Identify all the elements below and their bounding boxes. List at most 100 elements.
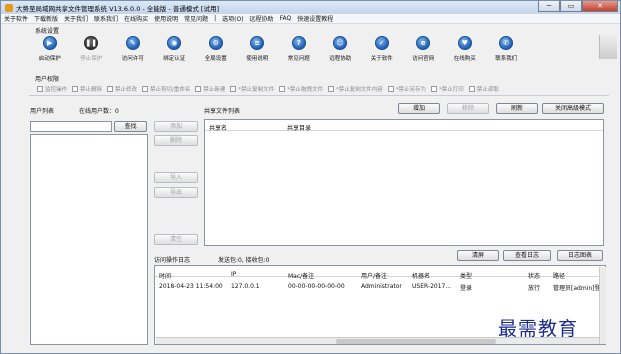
- clear-button[interactable]: 清空: [154, 234, 198, 245]
- add-user-button[interactable]: 添加: [154, 121, 198, 132]
- menu-quick-tutorial[interactable]: 快速设置教程: [294, 14, 336, 23]
- column-type[interactable]: 类型: [460, 271, 472, 280]
- question-icon: ?: [291, 36, 306, 50]
- perm-no-save-as-checkbox[interactable]: *禁止另存为: [387, 85, 426, 93]
- bind-icon: ◉: [167, 36, 182, 50]
- remote-assist-button[interactable]: ☺ 远程协助: [320, 36, 362, 66]
- app-logo-icon: [5, 3, 13, 12]
- share-list-panel[interactable]: 共享名 共享目录: [204, 119, 604, 246]
- toolbar-label: 远程协助: [329, 56, 352, 62]
- view-log-button[interactable]: 查看日志: [503, 250, 551, 261]
- cell-machine: USER-2017...: [412, 283, 452, 290]
- manual-icon: ≡: [250, 36, 265, 50]
- cell-time: 2018-04-23 11:54:00: [159, 283, 223, 290]
- perm-no-drag-checkbox[interactable]: *禁止拖拽文件: [279, 85, 323, 93]
- menu-contact[interactable]: 联系我们: [91, 14, 121, 23]
- menu-remote[interactable]: 远程协助: [247, 14, 277, 23]
- column-path[interactable]: 路径: [553, 271, 565, 280]
- menu-buy[interactable]: 在线购买: [121, 14, 151, 23]
- menu-about-us[interactable]: 关于我们: [61, 14, 91, 23]
- cell-user: Administrator: [361, 283, 402, 290]
- faq-button[interactable]: ? 常见问题: [278, 36, 320, 66]
- play-icon: ▶: [42, 36, 57, 50]
- contact-us-button[interactable]: ✆ 联系我们: [486, 36, 528, 66]
- permission-row: 监控操作 禁止删除 禁止修改 禁止剪切/重命名 禁止新建 *禁止复制文件 *禁止…: [37, 85, 504, 93]
- maximize-button[interactable]: ▭: [560, 1, 582, 12]
- buy-icon: ♥: [457, 36, 472, 50]
- watermark-text: 最需教育: [498, 318, 579, 340]
- minimize-button[interactable]: ─: [538, 1, 560, 12]
- share-list-label: 共享文件列表: [204, 108, 241, 115]
- user-list-panel[interactable]: [30, 134, 148, 345]
- global-settings-button[interactable]: ⚙ 全局设置: [195, 36, 237, 66]
- menu-about-software[interactable]: 关于软件: [1, 14, 31, 23]
- search-button[interactable]: 查找: [114, 121, 147, 132]
- perm-monitor-checkbox[interactable]: 监控操作: [37, 85, 67, 93]
- manual-button[interactable]: ≡ 使用说明: [237, 36, 279, 66]
- cell-mac: 00-00-00-00-00-00: [288, 283, 345, 290]
- vertical-scrollbar[interactable]: [599, 267, 606, 344]
- perm-no-create-checkbox[interactable]: 禁止新建: [195, 85, 225, 93]
- contact-icon: ✆: [499, 36, 514, 50]
- column-ip[interactable]: IP: [231, 271, 236, 278]
- toolbar-label: 联系我们: [495, 56, 518, 62]
- scrollbar-thumb[interactable]: [336, 339, 496, 344]
- user-search-input[interactable]: [30, 121, 112, 132]
- about-software-button[interactable]: ✓ 关于软件: [361, 36, 403, 66]
- online-user-count: 在线用户数：0: [79, 108, 119, 115]
- user-list-label: 用户列表: [30, 108, 55, 115]
- perm-no-modify-checkbox[interactable]: 禁止修改: [107, 85, 137, 93]
- log-label: 访问操作日志: [154, 257, 191, 264]
- perm-no-read-checkbox[interactable]: 禁止读取: [468, 85, 499, 93]
- perm-no-copy-content-checkbox[interactable]: *禁止复制文件内容: [327, 85, 383, 93]
- about-icon: ✓: [374, 36, 389, 50]
- side-decoration: [599, 35, 617, 59]
- delete-user-button[interactable]: 删除: [154, 135, 198, 146]
- gear-icon: ⚙: [208, 36, 223, 50]
- system-settings-label: 系统设置: [35, 28, 60, 35]
- export-button[interactable]: 导出: [154, 187, 198, 198]
- buy-online-button[interactable]: ♥ 在线购买: [444, 36, 486, 66]
- cell-path: 管理员[admin]登: [553, 285, 601, 292]
- close-advanced-mode-button[interactable]: 关闭高级模式: [542, 103, 604, 114]
- perm-no-print-checkbox[interactable]: *禁止打印: [430, 85, 464, 93]
- column-status[interactable]: 状态: [528, 271, 540, 280]
- toolbar-label: 访问官网: [412, 56, 435, 62]
- close-button[interactable]: ✕: [582, 1, 618, 12]
- add-share-button[interactable]: 增加: [398, 103, 440, 114]
- toolbar-label: 全局设置: [204, 56, 227, 62]
- perm-no-copy-file-checkbox[interactable]: *禁止复制文件: [230, 85, 274, 93]
- column-share-path[interactable]: 共享目录: [287, 123, 311, 132]
- column-mac[interactable]: Mac/备注: [288, 271, 314, 280]
- start-protect-button[interactable]: ▶ 启动保护: [29, 36, 71, 66]
- menu-manual[interactable]: 使用说明: [151, 14, 181, 23]
- toolbar-label: 访问许可: [121, 56, 144, 62]
- menu-faq-en[interactable]: FAQ: [277, 15, 295, 22]
- remote-assist-icon: ☺: [333, 36, 348, 50]
- menu-separator: |: [214, 15, 217, 22]
- perm-no-delete-checkbox[interactable]: 禁止删除: [72, 85, 102, 93]
- stop-protect-button[interactable]: ❚❚ 停止保护: [71, 36, 113, 66]
- menu-download[interactable]: 下载新版: [31, 14, 61, 23]
- column-time[interactable]: 时间: [159, 271, 171, 280]
- column-share-name[interactable]: 共享名: [209, 123, 227, 132]
- import-button[interactable]: 导入: [154, 172, 198, 183]
- refresh-button[interactable]: 刷新: [496, 103, 538, 114]
- access-permit-button[interactable]: ✎ 访问许可: [112, 36, 154, 66]
- clear-log-button[interactable]: 清屏: [457, 250, 499, 261]
- log-chart-button[interactable]: 日志图表: [557, 250, 603, 261]
- menu-faq[interactable]: 常见问题: [181, 14, 211, 23]
- bind-auth-button[interactable]: ◉ 绑定认证: [154, 36, 196, 66]
- column-user[interactable]: 用户/备注: [361, 271, 387, 280]
- visit-website-button[interactable]: e 访问官网: [403, 36, 445, 66]
- packet-stats: 发送包:0, 接收包:0: [218, 257, 270, 264]
- share-header-row: [205, 120, 603, 131]
- menu-options[interactable]: 选项(O): [219, 14, 246, 23]
- title-bar: 大势至局域网共享文件管理系统 V13.6.0.0 - 全能版 - 普通模式 [试…: [1, 1, 620, 14]
- remove-share-button[interactable]: 移除: [447, 103, 489, 114]
- user-permissions-label: 用户权限: [35, 76, 60, 83]
- toolbar-label: 启动保护: [38, 56, 61, 62]
- column-machine[interactable]: 机器名: [412, 271, 430, 280]
- cell-type: 登录: [460, 285, 473, 292]
- perm-no-cut-rename-checkbox[interactable]: 禁止剪切/重命名: [142, 85, 190, 93]
